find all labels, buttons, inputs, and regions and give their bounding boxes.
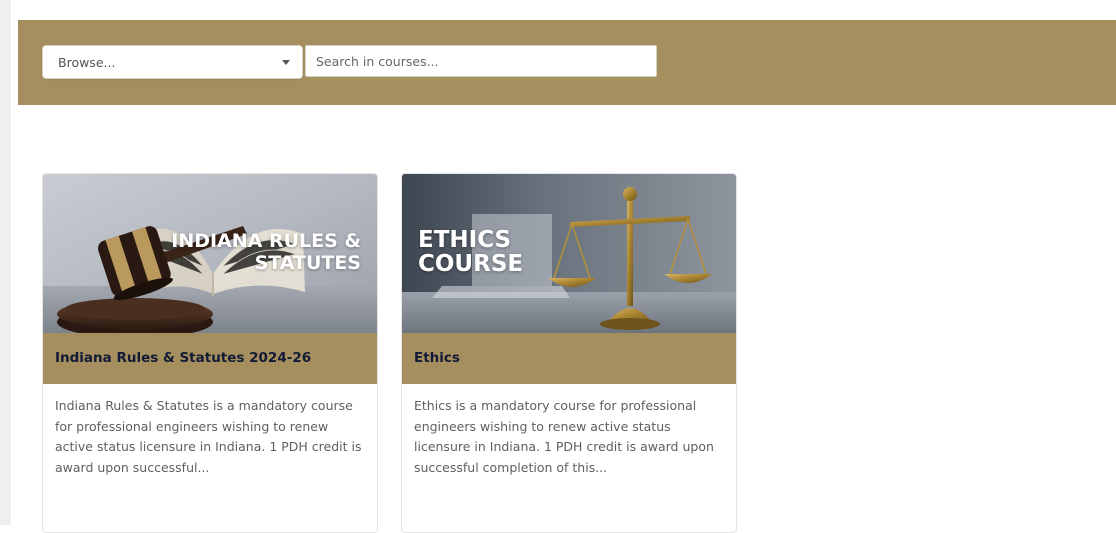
course-title[interactable]: Ethics (414, 333, 460, 384)
course-search-input[interactable] (305, 45, 657, 77)
image-caption-line1: ETHICS (418, 227, 512, 253)
course-description: Ethics is a mandatory course for profess… (414, 398, 714, 475)
course-card-ethics[interactable]: ETHICS COURSE Ethics Ethics is a mandato… (401, 173, 737, 533)
left-rail (0, 0, 11, 525)
course-description: Indiana Rules & Statutes is a mandatory … (55, 398, 362, 475)
browse-dropdown-value: Browse... (58, 55, 116, 70)
course-image-scales[interactable]: ETHICS COURSE (402, 174, 736, 333)
course-title[interactable]: Indiana Rules & Statutes 2024-26 (55, 333, 311, 384)
course-card-indiana-rules[interactable]: INDIANA RULES & STATUTES Indiana Rules &… (42, 173, 378, 533)
course-title-band: Indiana Rules & Statutes 2024-26 (43, 333, 377, 384)
course-image-gavel[interactable]: INDIANA RULES & STATUTES (43, 174, 377, 333)
image-caption-line2: STATUTES (254, 252, 361, 274)
caret-down-icon (282, 60, 290, 65)
image-caption-line1: INDIANA RULES & (171, 230, 361, 252)
image-caption-line2: COURSE (418, 251, 524, 277)
course-title-band: Ethics (402, 333, 736, 384)
course-filter-bar: Browse... (18, 20, 1116, 105)
browse-dropdown[interactable]: Browse... (42, 45, 303, 79)
